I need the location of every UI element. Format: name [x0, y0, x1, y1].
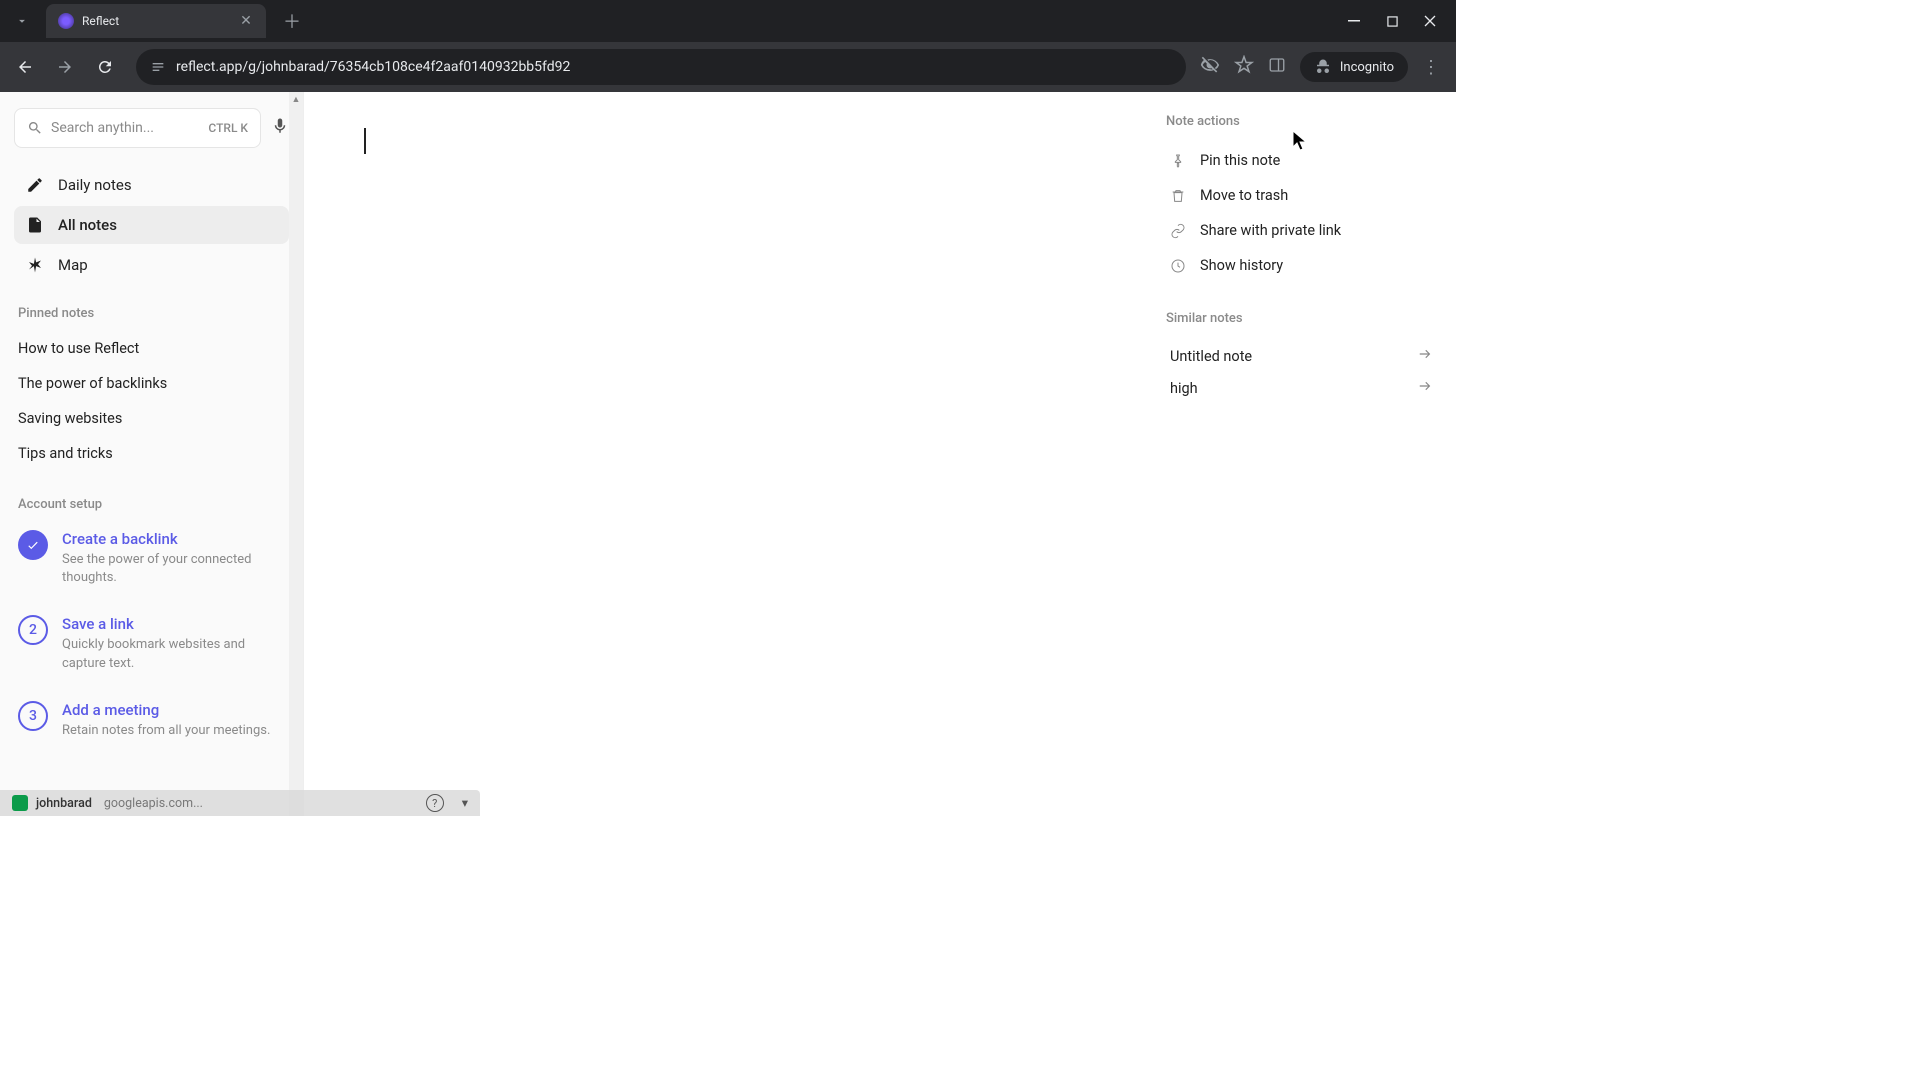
status-loading-text: googleapis.com...	[104, 796, 203, 811]
side-panel-icon[interactable]	[1268, 56, 1286, 78]
maximize-button[interactable]	[1382, 11, 1402, 31]
similar-note[interactable]: high	[1166, 372, 1436, 404]
pinned-note[interactable]: How to use Reflect	[14, 331, 289, 366]
minimize-button[interactable]	[1344, 11, 1364, 31]
search-input[interactable]: Search anythin... CTRL K	[14, 108, 261, 148]
incognito-label: Incognito	[1340, 60, 1394, 75]
status-user: johnbarad	[36, 796, 92, 811]
setup-step-save-link[interactable]: 2 Save a link Quickly bookmark websites …	[14, 607, 289, 680]
pinned-note[interactable]: Tips and tricks	[14, 436, 289, 471]
search-icon	[27, 120, 43, 136]
clock-icon	[1170, 258, 1186, 274]
back-button[interactable]	[8, 50, 42, 84]
forward-button[interactable]	[48, 50, 82, 84]
pencil-icon	[26, 176, 44, 194]
check-icon	[26, 538, 40, 552]
similar-note-label: Untitled note	[1170, 348, 1252, 365]
similar-notes-list: Untitled note high	[1166, 340, 1436, 404]
setup-title: Add a meeting	[62, 701, 285, 719]
action-show-history[interactable]: Show history	[1166, 248, 1436, 283]
action-label: Share with private link	[1200, 222, 1341, 239]
reload-button[interactable]	[88, 50, 122, 84]
status-indicator-icon	[12, 795, 28, 811]
pinned-notes-header: Pinned notes	[14, 306, 289, 321]
new-tab-button[interactable]: ＋	[278, 7, 306, 35]
nav-label: Daily notes	[58, 176, 132, 194]
eye-off-icon[interactable]	[1200, 55, 1220, 79]
setup-step-backlink[interactable]: Create a backlink See the power of your …	[14, 522, 289, 595]
trash-icon	[1170, 188, 1186, 204]
bookmark-star-icon[interactable]	[1234, 55, 1254, 79]
nav-daily-notes[interactable]: Daily notes	[14, 166, 289, 204]
action-move-trash[interactable]: Move to trash	[1166, 178, 1436, 213]
setup-badge-number: 3	[18, 701, 48, 731]
asterisk-icon	[26, 256, 44, 274]
address-bar[interactable]: reflect.app/g/johnbarad/76354cb108ce4f2a…	[136, 49, 1186, 85]
url-text: reflect.app/g/johnbarad/76354cb108ce4f2a…	[176, 59, 1172, 75]
incognito-icon	[1314, 58, 1332, 76]
setup-title: Save a link	[62, 615, 285, 633]
pinned-notes-list: How to use Reflect The power of backlink…	[14, 331, 289, 471]
incognito-badge[interactable]: Incognito	[1300, 52, 1408, 82]
right-panel: Note actions Pin this note Move to trash…	[1146, 92, 1456, 816]
similar-notes-header: Similar notes	[1166, 311, 1436, 326]
text-cursor	[364, 128, 366, 154]
action-label: Pin this note	[1200, 152, 1280, 169]
search-placeholder: Search anythin...	[51, 120, 200, 136]
search-shortcut: CTRL K	[208, 121, 248, 135]
browser-toolbar: reflect.app/g/johnbarad/76354cb108ce4f2a…	[0, 42, 1456, 92]
browser-menu-button[interactable]: ⋮	[1422, 57, 1440, 78]
action-label: Move to trash	[1200, 187, 1288, 204]
nav-all-notes[interactable]: All notes	[14, 206, 289, 244]
setup-badge-done	[18, 530, 48, 560]
setup-step-add-meeting[interactable]: 3 Add a meeting Retain notes from all yo…	[14, 693, 289, 748]
setup-badge-number: 2	[18, 615, 48, 645]
pinned-note[interactable]: Saving websites	[14, 401, 289, 436]
browser-tab[interactable]: Reflect ✕	[46, 4, 266, 38]
primary-nav: Daily notes All notes Map	[14, 166, 289, 284]
scrollbar-track[interactable]: ▲	[289, 92, 303, 816]
voice-input-button[interactable]	[271, 117, 289, 139]
nav-label: Map	[58, 256, 88, 274]
app-root: ▲ Search anythin... CTRL K Daily notes A…	[0, 92, 1456, 816]
setup-desc: See the power of your connected thoughts…	[62, 551, 285, 587]
nav-label: All notes	[58, 216, 117, 234]
link-icon	[1170, 223, 1186, 239]
action-pin-note[interactable]: Pin this note	[1166, 143, 1436, 178]
action-share-link[interactable]: Share with private link	[1166, 213, 1436, 248]
similar-note[interactable]: Untitled note	[1166, 340, 1436, 372]
nav-map[interactable]: Map	[14, 246, 289, 284]
site-info-icon[interactable]	[150, 59, 166, 75]
tab-title: Reflect	[82, 14, 230, 28]
close-tab-button[interactable]: ✕	[238, 13, 254, 29]
document-icon	[26, 216, 44, 234]
action-label: Show history	[1200, 257, 1283, 274]
scroll-up-arrow-icon[interactable]: ▲	[291, 94, 301, 104]
open-note-icon[interactable]	[1418, 347, 1432, 365]
pinned-note[interactable]: The power of backlinks	[14, 366, 289, 401]
pin-icon	[1170, 153, 1186, 169]
setup-desc: Quickly bookmark websites and capture te…	[62, 636, 285, 672]
account-setup-list: Create a backlink See the power of your …	[14, 522, 289, 748]
browser-tab-strip: Reflect ✕ ＋	[0, 0, 1456, 42]
similar-note-label: high	[1170, 380, 1198, 397]
tab-search-button[interactable]	[4, 3, 40, 39]
note-actions-header: Note actions	[1166, 114, 1436, 129]
note-actions-list: Pin this note Move to trash Share with p…	[1166, 143, 1436, 283]
tab-favicon-icon	[58, 13, 74, 29]
setup-desc: Retain notes from all your meetings.	[62, 722, 285, 740]
open-note-icon[interactable]	[1418, 379, 1432, 397]
close-window-button[interactable]	[1420, 11, 1440, 31]
note-editor[interactable]	[304, 92, 1146, 816]
setup-title: Create a backlink	[62, 530, 285, 548]
window-controls	[1344, 11, 1456, 31]
account-setup-header: Account setup	[14, 497, 289, 512]
sidebar: ▲ Search anythin... CTRL K Daily notes A…	[0, 92, 304, 816]
